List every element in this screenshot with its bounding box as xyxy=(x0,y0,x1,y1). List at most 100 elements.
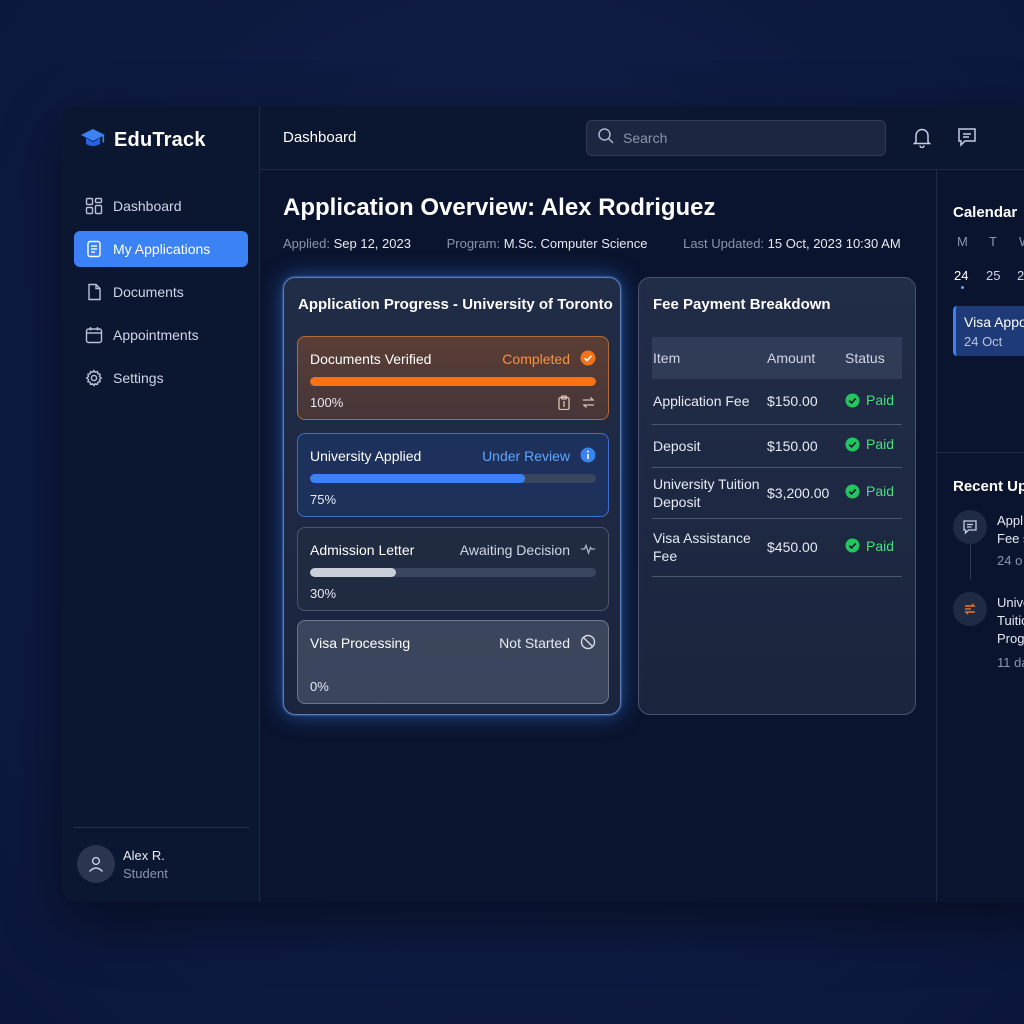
paid-status: Paid xyxy=(845,483,894,499)
sidebar-nav: Dashboard My Applications Documents Appo… xyxy=(74,188,248,403)
sidebar-item-documents[interactable]: Documents xyxy=(74,274,248,310)
update-time: 11 da xyxy=(997,655,1024,670)
sidebar-item-label: My Applications xyxy=(113,241,211,257)
step-status: Completed xyxy=(502,351,570,367)
column-header-amount: Amount xyxy=(767,350,816,366)
top-header: Dashboard 3 xyxy=(260,106,1024,170)
table-row[interactable]: Application Fee $150.00 Paid xyxy=(652,379,902,425)
brand-logo[interactable]: EduTrack xyxy=(80,126,206,155)
update-text: Appl xyxy=(997,513,1024,528)
recent-updates-title: Recent Up xyxy=(953,478,1024,495)
status-text: Paid xyxy=(866,392,895,408)
step-label: Documents Verified xyxy=(310,351,432,367)
update-item[interactable]: Unive Tuitio Prog 11 da xyxy=(997,594,1024,672)
check-circle-icon xyxy=(845,538,860,553)
weekday-label: M xyxy=(957,234,968,249)
user-profile[interactable]: Alex R. Student xyxy=(77,845,168,883)
step-university-applied[interactable]: University Applied Under Review 75% xyxy=(297,433,609,517)
application-meta: Applied: Sep 12, 2023 Program: M.Sc. Com… xyxy=(283,236,901,251)
fee-amount: $450.00 xyxy=(767,518,845,577)
fee-item: University Tuition Deposit xyxy=(652,467,767,519)
calendar-event[interactable]: Visa Appoi 24 Oct xyxy=(953,306,1024,356)
sidebar: EduTrack Dashboard My Applications Docum… xyxy=(62,106,260,902)
panel-divider xyxy=(937,452,1024,453)
brand-name: EduTrack xyxy=(114,129,206,151)
prohibited-icon xyxy=(580,634,596,655)
applied-value: Sep 12, 2023 xyxy=(333,236,411,251)
status-text: Paid xyxy=(866,537,895,554)
progress-bar xyxy=(310,568,596,577)
search-input[interactable] xyxy=(623,130,873,146)
app-window: EduTrack Dashboard My Applications Docum… xyxy=(62,106,1024,902)
update-text: Prog xyxy=(997,631,1024,646)
table-row[interactable]: University Tuition Deposit $3,200.00 Pai… xyxy=(652,467,902,519)
user-avatar-icon xyxy=(77,845,115,883)
progress-bar xyxy=(310,377,596,386)
status-text: Paid xyxy=(866,436,895,453)
step-label: Visa Processing xyxy=(310,635,411,651)
fee-amount: $150.00 xyxy=(767,379,845,425)
updated-label: Last Updated: xyxy=(683,236,765,251)
progress-bar xyxy=(310,474,596,483)
gear-icon xyxy=(85,369,103,387)
sidebar-item-appointments[interactable]: Appointments xyxy=(74,317,248,353)
update-item[interactable]: Appl Fee s 24 o xyxy=(997,512,1024,570)
check-circle-icon xyxy=(845,392,860,408)
fee-card-title: Fee Payment Breakdown xyxy=(653,296,831,313)
progress-bar-fill xyxy=(310,377,596,386)
status-text: Paid xyxy=(866,483,895,500)
fee-payment-card: Fee Payment Breakdown Item Amount Status… xyxy=(638,277,916,715)
document-list-icon xyxy=(85,240,103,258)
sidebar-item-dashboard[interactable]: Dashboard xyxy=(74,188,248,224)
progress-bar-fill xyxy=(310,474,525,483)
step-admission-letter[interactable]: Admission Letter Awaiting Decision 30% xyxy=(297,527,609,611)
page-title: Application Overview: Alex Rodriguez xyxy=(283,194,716,221)
fee-item: Visa Assistance Fee xyxy=(652,518,767,577)
calendar-day[interactable]: 2 xyxy=(1017,268,1024,283)
step-label: Admission Letter xyxy=(310,542,415,558)
message-icon[interactable] xyxy=(956,126,978,153)
message-icon xyxy=(953,510,987,544)
progress-bar-fill xyxy=(310,568,396,577)
update-text: Tuitio xyxy=(997,613,1024,628)
step-percent: 30% xyxy=(310,586,337,601)
table-row[interactable]: Visa Assistance Fee $450.00 Paid xyxy=(652,518,902,577)
user-role: Student xyxy=(123,865,168,881)
update-time: 24 o xyxy=(997,553,1023,568)
sidebar-item-label: Documents xyxy=(113,284,184,300)
fee-table: Item Amount Status Application Fee $150.… xyxy=(652,337,902,577)
table-row[interactable]: Deposit $150.00 Paid xyxy=(652,424,902,468)
progress-bar xyxy=(310,661,596,670)
calendar-day-today[interactable]: 24 xyxy=(954,268,968,283)
search-icon xyxy=(597,127,615,150)
check-circle-icon xyxy=(580,350,596,371)
check-circle-icon xyxy=(845,437,860,452)
sidebar-item-label: Appointments xyxy=(113,327,199,343)
activity-pulse-icon xyxy=(580,541,596,562)
column-header-item: Item xyxy=(653,350,681,366)
sidebar-item-my-applications[interactable]: My Applications xyxy=(74,231,248,267)
step-percent: 0% xyxy=(310,679,329,694)
weekday-label: T xyxy=(989,234,997,249)
step-visa-processing[interactable]: Visa Processing Not Started 0% xyxy=(297,620,609,704)
user-name: Alex R. xyxy=(123,847,165,863)
clipboard-icon[interactable] xyxy=(557,395,571,415)
swap-arrows-icon[interactable] xyxy=(581,395,596,415)
fee-amount: $3,200.00 xyxy=(767,467,845,519)
check-circle-icon xyxy=(845,484,860,499)
calendar-day[interactable]: 25 xyxy=(986,268,1000,283)
event-title: Visa Appoi xyxy=(964,314,1024,330)
step-documents-verified[interactable]: Documents Verified Completed 100% xyxy=(297,336,609,420)
sidebar-item-label: Dashboard xyxy=(113,198,182,214)
paid-status: Paid xyxy=(845,392,894,408)
grid-icon xyxy=(85,197,103,215)
bell-icon[interactable] xyxy=(912,126,932,153)
update-text: Fee s xyxy=(997,531,1024,546)
search-box[interactable] xyxy=(586,120,886,156)
column-header-status: Status xyxy=(845,350,885,366)
step-tools xyxy=(557,395,596,415)
header-title: Dashboard xyxy=(283,129,357,146)
sidebar-item-settings[interactable]: Settings xyxy=(74,360,248,396)
info-icon xyxy=(580,447,596,468)
update-text: Unive xyxy=(997,595,1024,610)
